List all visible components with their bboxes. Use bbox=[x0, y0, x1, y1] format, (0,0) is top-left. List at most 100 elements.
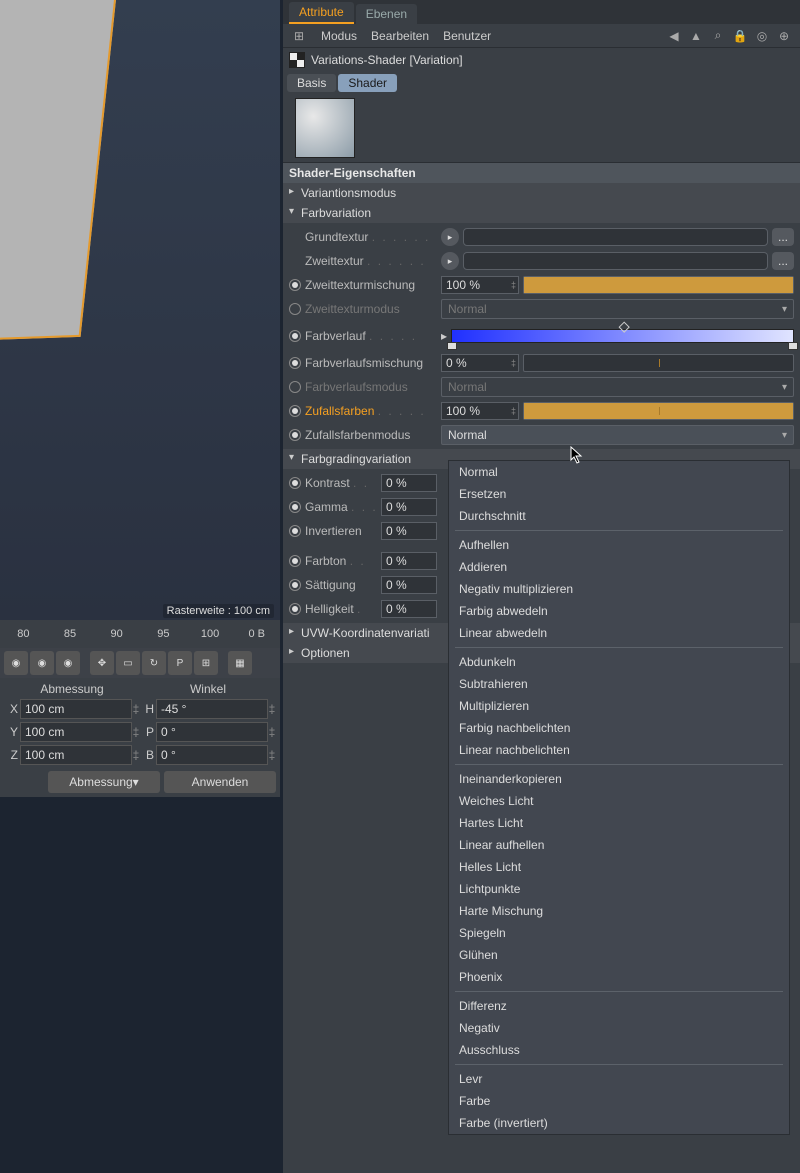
tab-attribute[interactable]: Attribute bbox=[289, 2, 354, 24]
viewport-3d[interactable]: Rasterweite : 100 cm bbox=[0, 0, 280, 620]
zweittextur-browse[interactable]: ... bbox=[772, 252, 794, 270]
invertieren-input[interactable]: 0 % bbox=[381, 522, 437, 540]
x-input[interactable]: 100 cm bbox=[20, 699, 132, 719]
helligkeit-input[interactable]: 0 % bbox=[381, 600, 437, 618]
material-tool[interactable]: ▦ bbox=[228, 651, 252, 675]
apply-button[interactable]: Anwenden bbox=[164, 771, 276, 793]
blend-option[interactable]: Negativ bbox=[449, 1017, 789, 1039]
zweittexturmischung-input[interactable]: 100 %‡ bbox=[441, 276, 519, 294]
shader-preview[interactable] bbox=[295, 98, 355, 158]
blend-option[interactable]: Farbig nachbelichten bbox=[449, 717, 789, 739]
new-window-icon[interactable]: ⊕ bbox=[776, 28, 792, 44]
tool-btn-1[interactable]: ◉ bbox=[4, 651, 28, 675]
menu-icon[interactable]: ⊞ bbox=[291, 28, 307, 44]
blend-option[interactable]: Weiches Licht bbox=[449, 790, 789, 812]
saettigung-input[interactable]: 0 % bbox=[381, 576, 437, 594]
blend-option[interactable]: Ersetzen bbox=[449, 483, 789, 505]
gamma-radio[interactable] bbox=[289, 501, 301, 513]
parent-tool[interactable]: P bbox=[168, 651, 192, 675]
blend-option[interactable]: Multiplizieren bbox=[449, 695, 789, 717]
blend-option[interactable]: Helles Licht bbox=[449, 856, 789, 878]
invertieren-radio[interactable] bbox=[289, 525, 301, 537]
y-input[interactable]: 100 cm bbox=[20, 722, 132, 742]
menu-modus[interactable]: Modus bbox=[321, 29, 357, 43]
search-icon[interactable]: ⌕ bbox=[710, 28, 726, 44]
blend-option[interactable]: Aufhellen bbox=[449, 534, 789, 556]
blend-option[interactable]: Normal bbox=[449, 461, 789, 483]
blend-option[interactable]: Differenz bbox=[449, 995, 789, 1017]
helligkeit-radio[interactable] bbox=[289, 603, 301, 615]
grundtextur-browse[interactable]: ... bbox=[772, 228, 794, 246]
p-input[interactable]: 0 ° bbox=[156, 722, 268, 742]
zufallsfarben-slider[interactable] bbox=[523, 402, 794, 420]
blend-option[interactable]: Farbe (invertiert) bbox=[449, 1112, 789, 1134]
back-icon[interactable]: ◀ bbox=[666, 28, 682, 44]
farbverlaufsmischung-slider[interactable] bbox=[523, 354, 794, 372]
lock-icon[interactable]: 🔒 bbox=[732, 28, 748, 44]
blend-option[interactable]: Linear nachbelichten bbox=[449, 739, 789, 761]
farbverlaufsmischung-input[interactable]: 0 %‡ bbox=[441, 354, 519, 372]
tab-ebenen[interactable]: Ebenen bbox=[356, 4, 417, 24]
subtab-basis[interactable]: Basis bbox=[287, 74, 336, 92]
zufallsfarben-radio[interactable] bbox=[289, 405, 301, 417]
blend-option[interactable]: Spiegeln bbox=[449, 922, 789, 944]
cube-object[interactable] bbox=[0, 0, 119, 343]
zweittexturmischung-radio[interactable] bbox=[289, 279, 301, 291]
section-variationsmodus[interactable]: Variantionsmodus bbox=[283, 183, 800, 203]
blend-option[interactable]: Hartes Licht bbox=[449, 812, 789, 834]
z-input[interactable]: 100 cm bbox=[20, 745, 132, 765]
farbverlaufsmodus-radio[interactable] bbox=[289, 381, 301, 393]
blend-option[interactable]: Durchschnitt bbox=[449, 505, 789, 527]
target-icon[interactable]: ◎ bbox=[754, 28, 770, 44]
blend-mode-menu[interactable]: NormalErsetzenDurchschnitt AufhellenAddie… bbox=[448, 460, 790, 1135]
kontrast-input[interactable]: 0 % bbox=[381, 474, 437, 492]
kontrast-radio[interactable] bbox=[289, 477, 301, 489]
move-tool[interactable]: ✥ bbox=[90, 651, 114, 675]
blend-option[interactable]: Farbig abwedeln bbox=[449, 600, 789, 622]
grid-tool[interactable]: ⊞ bbox=[194, 651, 218, 675]
farbverlauf-radio[interactable] bbox=[289, 330, 301, 342]
blend-option[interactable]: Phoenix bbox=[449, 966, 789, 988]
blend-option[interactable]: Farbe bbox=[449, 1090, 789, 1112]
scale-tool[interactable]: ▭ bbox=[116, 651, 140, 675]
zweittextur-slot[interactable] bbox=[463, 252, 768, 270]
blend-option[interactable]: Subtrahieren bbox=[449, 673, 789, 695]
blend-option[interactable]: Abdunkeln bbox=[449, 651, 789, 673]
blend-option[interactable]: Addieren bbox=[449, 556, 789, 578]
up-icon[interactable]: ▲ bbox=[688, 28, 704, 44]
blend-option[interactable]: Levr bbox=[449, 1068, 789, 1090]
blend-option[interactable]: Ineinanderkopieren bbox=[449, 768, 789, 790]
blend-option[interactable]: Harte Mischung bbox=[449, 900, 789, 922]
timeline[interactable]: 80 85 90 95 100 0 B bbox=[0, 620, 280, 648]
saettigung-radio[interactable] bbox=[289, 579, 301, 591]
blend-option[interactable]: Linear aufhellen bbox=[449, 834, 789, 856]
zweittextur-arrow[interactable]: ▸ bbox=[441, 252, 459, 270]
zufallsfarben-input[interactable]: 100 %‡ bbox=[441, 402, 519, 420]
blend-option[interactable]: Linear abwedeln bbox=[449, 622, 789, 644]
tool-btn-3[interactable]: ◉ bbox=[56, 651, 80, 675]
rotate-tool[interactable]: ↻ bbox=[142, 651, 166, 675]
farbverlaufsmodus-dropdown[interactable]: Normal bbox=[441, 377, 794, 397]
blend-option[interactable]: Glühen bbox=[449, 944, 789, 966]
farbverlaufsmischung-radio[interactable] bbox=[289, 357, 301, 369]
blend-option[interactable]: Ausschluss bbox=[449, 1039, 789, 1061]
dimension-mode-dropdown[interactable]: Abmessung ▾ bbox=[48, 771, 160, 793]
farbton-radio[interactable] bbox=[289, 555, 301, 567]
zweittexturmodus-dropdown[interactable]: Normal bbox=[441, 299, 794, 319]
blend-option[interactable]: Negativ multiplizieren bbox=[449, 578, 789, 600]
section-farbvariation[interactable]: Farbvariation bbox=[283, 203, 800, 223]
menu-bearbeiten[interactable]: Bearbeiten bbox=[371, 29, 429, 43]
blend-option[interactable]: Lichtpunkte bbox=[449, 878, 789, 900]
tool-btn-2[interactable]: ◉ bbox=[30, 651, 54, 675]
grundtextur-slot[interactable] bbox=[463, 228, 768, 246]
zweittexturmodus-radio[interactable] bbox=[289, 303, 301, 315]
farbton-input[interactable]: 0 % bbox=[381, 552, 437, 570]
zufallsfarbenmodus-dropdown[interactable]: Normal bbox=[441, 425, 794, 445]
b-input[interactable]: 0 ° bbox=[156, 745, 268, 765]
farbverlauf-gradient[interactable] bbox=[451, 329, 794, 343]
grundtextur-arrow[interactable]: ▸ bbox=[441, 228, 459, 246]
menu-benutzer[interactable]: Benutzer bbox=[443, 29, 491, 43]
zufallsfarbenmodus-radio[interactable] bbox=[289, 429, 301, 441]
gamma-input[interactable]: 0 % bbox=[381, 498, 437, 516]
h-input[interactable]: -45 ° bbox=[156, 699, 268, 719]
